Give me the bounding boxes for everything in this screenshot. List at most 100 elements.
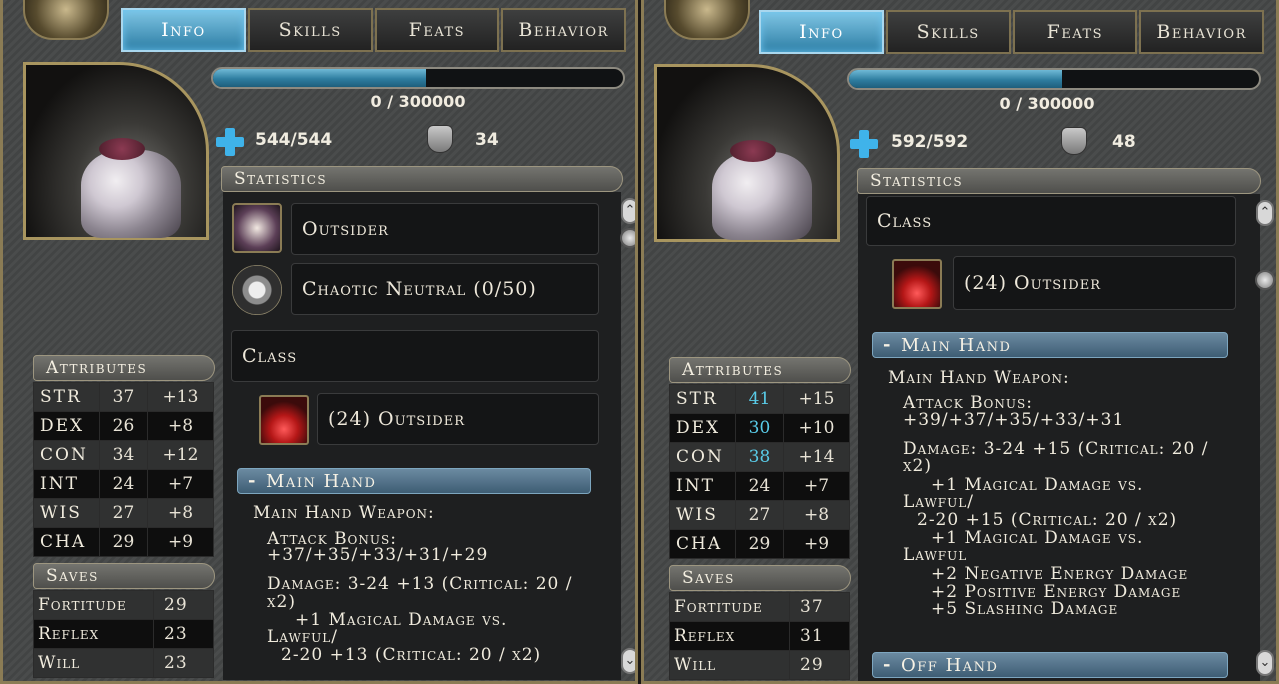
- attr-value: 38: [735, 442, 784, 472]
- weapon-line: +1 Magical Damage vs.: [931, 528, 1144, 548]
- attr-value: 24: [735, 471, 784, 501]
- scroll-down-button[interactable]: ⌄: [1256, 650, 1274, 676]
- attr-name: DEX: [669, 413, 736, 443]
- saves-header: Saves: [33, 563, 215, 589]
- weapon-line: Lawful/: [267, 627, 338, 647]
- attr-mod: +14: [783, 442, 850, 472]
- weapon-line: 2-20 +15 (Critical: 20 / x2): [917, 510, 1178, 530]
- tab-info[interactable]: Info: [759, 10, 884, 54]
- armor-class-icon: [1061, 127, 1087, 155]
- scroll-thumb[interactable]: [1255, 270, 1275, 290]
- table-row: Will 29: [669, 650, 850, 680]
- save-value: 37: [789, 592, 850, 622]
- attr-value: 27: [99, 498, 148, 528]
- character-sheet-left: Info Skills Feats Behavior 0 / 300000 54…: [0, 0, 638, 684]
- health-cross-icon: [216, 128, 244, 156]
- tab-feats[interactable]: Feats: [1012, 10, 1138, 54]
- armor-class: 48: [1112, 132, 1136, 152]
- outsider-race-icon: [232, 203, 282, 253]
- character-sheet-right: Info Skills Feats Behavior 0 / 300000 59…: [641, 0, 1279, 684]
- statistics-header: Statistics: [221, 166, 623, 192]
- attr-mod: +10: [783, 413, 850, 443]
- health-cross-icon: [850, 130, 878, 158]
- weapon-line: +1 Magical Damage vs.: [295, 610, 508, 630]
- attr-name: INT: [33, 469, 100, 499]
- hit-points: 544/544: [255, 130, 333, 150]
- class-heading: Class: [866, 196, 1236, 246]
- attr-name: INT: [669, 471, 736, 501]
- weapon-line: +37/+35/+33/+31/+29: [267, 545, 489, 565]
- attr-name: STR: [669, 384, 736, 414]
- save-value: 23: [153, 619, 214, 649]
- saves-header: Saves: [669, 565, 851, 591]
- save-value: 23: [153, 648, 214, 678]
- character-portrait: [654, 64, 840, 242]
- attr-mod: +7: [147, 469, 214, 499]
- attr-name: CON: [669, 442, 736, 472]
- alignment-label: Chaotic Neutral (0/50): [291, 263, 599, 315]
- attr-value: 26: [99, 411, 148, 441]
- scroll-thumb[interactable]: [620, 228, 635, 248]
- tab-skills[interactable]: Skills: [247, 8, 373, 52]
- attr-mod: +15: [783, 384, 850, 414]
- tab-skills[interactable]: Skills: [885, 10, 1011, 54]
- tab-behavior[interactable]: Behavior: [501, 8, 626, 52]
- experience-fill: [849, 70, 1063, 88]
- table-row: STR 41 +15: [669, 384, 850, 414]
- main-hand-header[interactable]: Main Hand: [237, 468, 591, 494]
- attr-value: 37: [99, 382, 148, 412]
- attr-value: 41: [735, 384, 784, 414]
- race-label: Outsider: [291, 203, 599, 255]
- tab-feats[interactable]: Feats: [374, 8, 500, 52]
- off-hand-header[interactable]: Off Hand: [872, 652, 1228, 678]
- outsider-class-icon: [892, 259, 942, 309]
- saves-table: Fortitude 29 Reflex 23 Will 23: [33, 590, 214, 678]
- weapon-line: x2): [267, 592, 296, 612]
- attr-mod: +13: [147, 382, 214, 412]
- weapon-line: Lawful/: [903, 492, 974, 512]
- weapon-line: Damage: 3-24 +15 (Critical: 20 /: [903, 439, 1209, 459]
- table-row: WIS 27 +8: [669, 500, 850, 530]
- weapon-line: +5 Slashing Damage: [931, 599, 1119, 619]
- attr-value: 27: [735, 500, 784, 530]
- experience-bar: [847, 68, 1261, 90]
- weapon-line: +2 Positive Energy Damage: [931, 582, 1182, 602]
- table-row: CHA 29 +9: [33, 527, 214, 557]
- tab-bar: Info Skills Feats Behavior: [759, 10, 1264, 54]
- attr-value: 30: [735, 413, 784, 443]
- weapon-title: Main Hand Weapon:: [253, 503, 435, 523]
- save-value: 29: [153, 590, 214, 620]
- table-row: CON 38 +14: [669, 442, 850, 472]
- scroll-up-button[interactable]: ⌃: [621, 198, 635, 224]
- attr-mod: +8: [147, 411, 214, 441]
- table-row: DEX 30 +10: [669, 413, 850, 443]
- table-row: Reflex 31: [669, 621, 850, 651]
- main-hand-header[interactable]: Main Hand: [872, 332, 1228, 358]
- table-row: Fortitude 37: [669, 592, 850, 622]
- tab-info[interactable]: Info: [121, 8, 246, 52]
- crest-ornament: [664, 0, 750, 40]
- scroll-down-button[interactable]: ⌄: [621, 648, 635, 674]
- attr-value: 24: [99, 469, 148, 499]
- save-name: Fortitude: [669, 592, 790, 622]
- attributes-header: Attributes: [669, 357, 851, 383]
- experience-fill: [213, 69, 427, 87]
- table-row: Fortitude 29: [33, 590, 214, 620]
- armor-class-icon: [427, 125, 453, 153]
- attributes-header: Attributes: [33, 355, 215, 381]
- attributes-table: STR 37 +13 DEX 26 +8 CON 34 +12 INT 24 +7 WIS 27 +…: [33, 382, 214, 557]
- character-portrait: [23, 62, 209, 240]
- hit-points: 592/592: [891, 132, 969, 152]
- alignment-icon: [232, 265, 282, 315]
- statistics-header: Statistics: [857, 168, 1261, 194]
- weapon-line: +39/+37/+35/+33/+31: [903, 410, 1125, 430]
- attr-name: CHA: [33, 527, 100, 557]
- save-name: Will: [33, 648, 154, 678]
- scroll-up-button[interactable]: ⌃: [1256, 200, 1274, 226]
- save-value: 29: [789, 650, 850, 680]
- outsider-class-icon: [259, 395, 309, 445]
- experience-bar: [211, 67, 625, 89]
- creature-image: [712, 140, 812, 240]
- tab-behavior[interactable]: Behavior: [1139, 10, 1264, 54]
- table-row: STR 37 +13: [33, 382, 214, 412]
